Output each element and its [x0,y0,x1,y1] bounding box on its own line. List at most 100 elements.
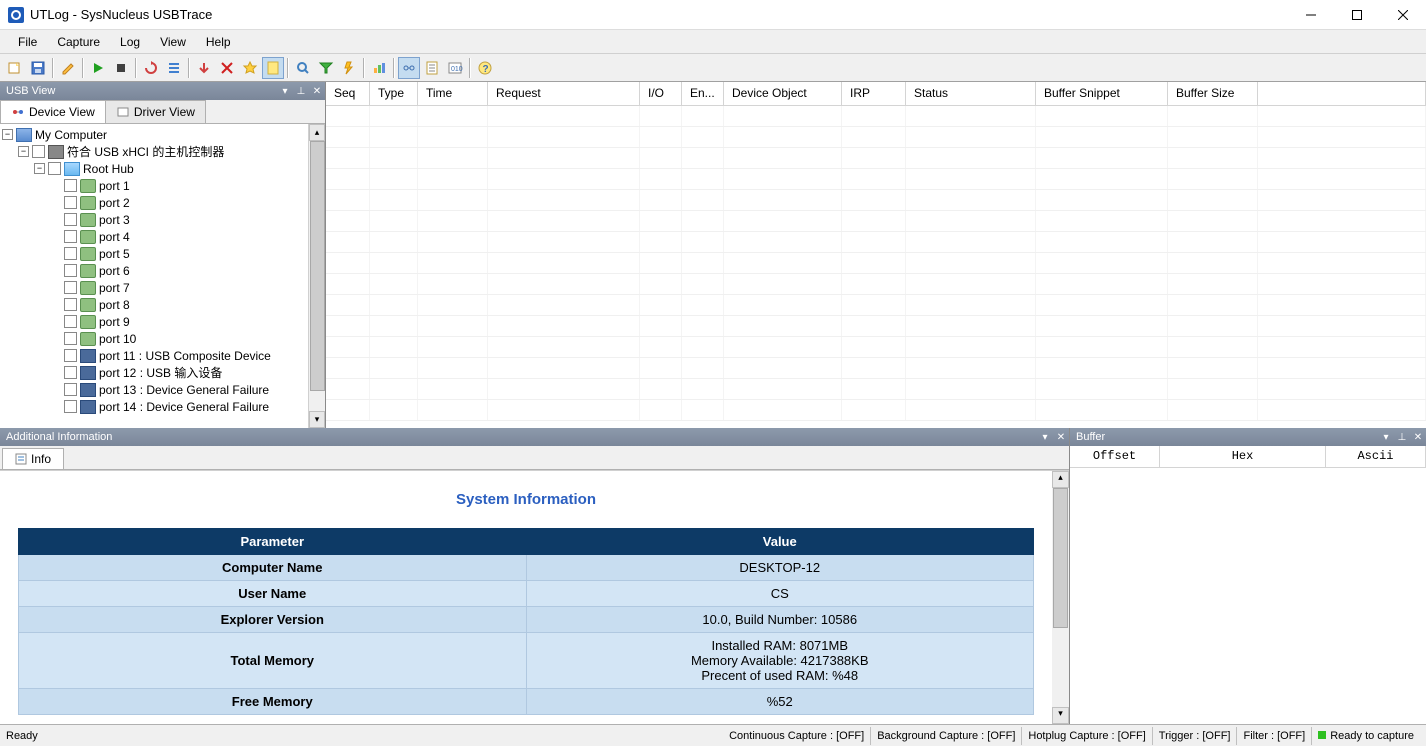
maximize-button[interactable] [1334,0,1380,30]
tree-checkbox[interactable] [64,230,77,243]
tab-driver-view[interactable]: Driver View [105,100,206,123]
tab-device-view[interactable]: Device View [0,100,106,123]
tree-port-9[interactable]: port 9 [2,313,323,330]
menu-view[interactable]: View [150,32,196,52]
tree-port-8[interactable]: port 8 [2,296,323,313]
tree-checkbox[interactable] [64,179,77,192]
bookmark-icon[interactable] [262,57,284,79]
capture-row[interactable] [326,148,1426,169]
tree-port-6[interactable]: port 6 [2,262,323,279]
menu-capture[interactable]: Capture [47,32,110,52]
buffer-body[interactable] [1070,468,1426,724]
tree-checkbox[interactable] [64,366,77,379]
capture-row[interactable] [326,190,1426,211]
tree-port-3[interactable]: port 3 [2,211,323,228]
tree-expander-icon[interactable]: − [2,129,13,140]
tree-checkbox[interactable] [64,383,77,396]
stats-icon[interactable] [368,57,390,79]
tree-port-5[interactable]: port 5 [2,245,323,262]
tree-my-computer[interactable]: −My Computer [2,126,323,143]
tree-port-10[interactable]: port 10 [2,330,323,347]
capture-grid-body[interactable] [326,106,1426,428]
capture-row[interactable] [326,358,1426,379]
device-tree[interactable]: −My Computer−符合 USB xHCI 的主机控制器−Root Hub… [0,124,325,428]
tree-port-14[interactable]: port 14 : Device General Failure [2,398,323,415]
scroll-down-icon[interactable]: ▾ [309,411,325,428]
tree-port-13[interactable]: port 13 : Device General Failure [2,381,323,398]
capture-row[interactable] [326,337,1426,358]
info-panel-dropdown-icon[interactable]: ▾ [1037,429,1053,445]
info-panel-close-icon[interactable]: ✕ [1053,429,1069,445]
capture-row[interactable] [326,127,1426,148]
capture-col-io[interactable]: I/O [640,82,682,105]
tab-info[interactable]: Info [2,448,64,469]
capture-col-irp[interactable]: IRP [842,82,906,105]
link-icon[interactable] [398,57,420,79]
info-scroll-up-icon[interactable]: ▴ [1052,471,1069,488]
tree-checkbox[interactable] [64,400,77,413]
tree-checkbox[interactable] [32,145,45,158]
buffer-pin-icon[interactable]: ⊥ [1394,429,1410,445]
new-log-icon[interactable] [4,57,26,79]
menu-help[interactable]: Help [196,32,241,52]
arrow-down-icon[interactable] [193,57,215,79]
tree-checkbox[interactable] [64,247,77,260]
tree-checkbox[interactable] [64,315,77,328]
tree-checkbox[interactable] [64,281,77,294]
capture-col-deviceobject[interactable]: Device Object [724,82,842,105]
tree-port-2[interactable]: port 2 [2,194,323,211]
capture-col-seq[interactable]: Seq [326,82,370,105]
info-scroll-thumb[interactable] [1053,488,1068,628]
capture-row[interactable] [326,400,1426,421]
star-icon[interactable] [239,57,261,79]
buffer-close-icon[interactable]: ✕ [1410,429,1426,445]
info-scroll-down-icon[interactable]: ▾ [1052,707,1069,724]
panel-close-icon[interactable]: ✕ [309,83,325,99]
tree-controller[interactable]: −符合 USB xHCI 的主机控制器 [2,143,323,160]
tree-checkbox[interactable] [64,213,77,226]
capture-row[interactable] [326,316,1426,337]
scroll-up-icon[interactable]: ▴ [309,124,325,141]
tree-scrollbar[interactable]: ▴ ▾ [308,124,325,428]
menu-file[interactable]: File [8,32,47,52]
trigger-icon[interactable] [338,57,360,79]
capture-col-type[interactable]: Type [370,82,418,105]
panel-pin-icon[interactable]: ⊥ [293,83,309,99]
capture-col-en[interactable]: En... [682,82,724,105]
tree-port-11[interactable]: port 11 : USB Composite Device [2,347,323,364]
capture-row[interactable] [326,106,1426,127]
capture-col-status[interactable]: Status [906,82,1036,105]
capture-row[interactable] [326,211,1426,232]
save-icon[interactable] [27,57,49,79]
filter-icon[interactable] [315,57,337,79]
capture-col-request[interactable]: Request [488,82,640,105]
minimize-button[interactable] [1288,0,1334,30]
stop-icon[interactable] [110,57,132,79]
info-scrollbar[interactable]: ▴ ▾ [1052,471,1069,724]
close-button[interactable] [1380,0,1426,30]
tree-checkbox[interactable] [64,349,77,362]
info-content[interactable]: System Information Parameter Value Compu… [0,470,1069,724]
capture-row[interactable] [326,274,1426,295]
scroll-thumb[interactable] [310,141,325,391]
delete-icon[interactable] [216,57,238,79]
tree-checkbox[interactable] [64,332,77,345]
capture-row[interactable] [326,253,1426,274]
tree-expander-icon[interactable]: − [18,146,29,157]
tree-checkbox[interactable] [64,264,77,277]
tree-port-7[interactable]: port 7 [2,279,323,296]
menu-log[interactable]: Log [110,32,150,52]
tree-checkbox[interactable] [64,298,77,311]
buffer-dropdown-icon[interactable]: ▾ [1378,429,1394,445]
help-icon[interactable]: ? [474,57,496,79]
panel-dropdown-icon[interactable]: ▾ [277,83,293,99]
search-icon[interactable] [292,57,314,79]
capture-col-time[interactable]: Time [418,82,488,105]
binary-icon[interactable]: 0101 [444,57,466,79]
tree-root-hub[interactable]: −Root Hub [2,160,323,177]
capture-row[interactable] [326,232,1426,253]
tree-expander-icon[interactable]: − [34,163,45,174]
tree-port-1[interactable]: port 1 [2,177,323,194]
list-icon[interactable] [163,57,185,79]
tree-port-4[interactable]: port 4 [2,228,323,245]
